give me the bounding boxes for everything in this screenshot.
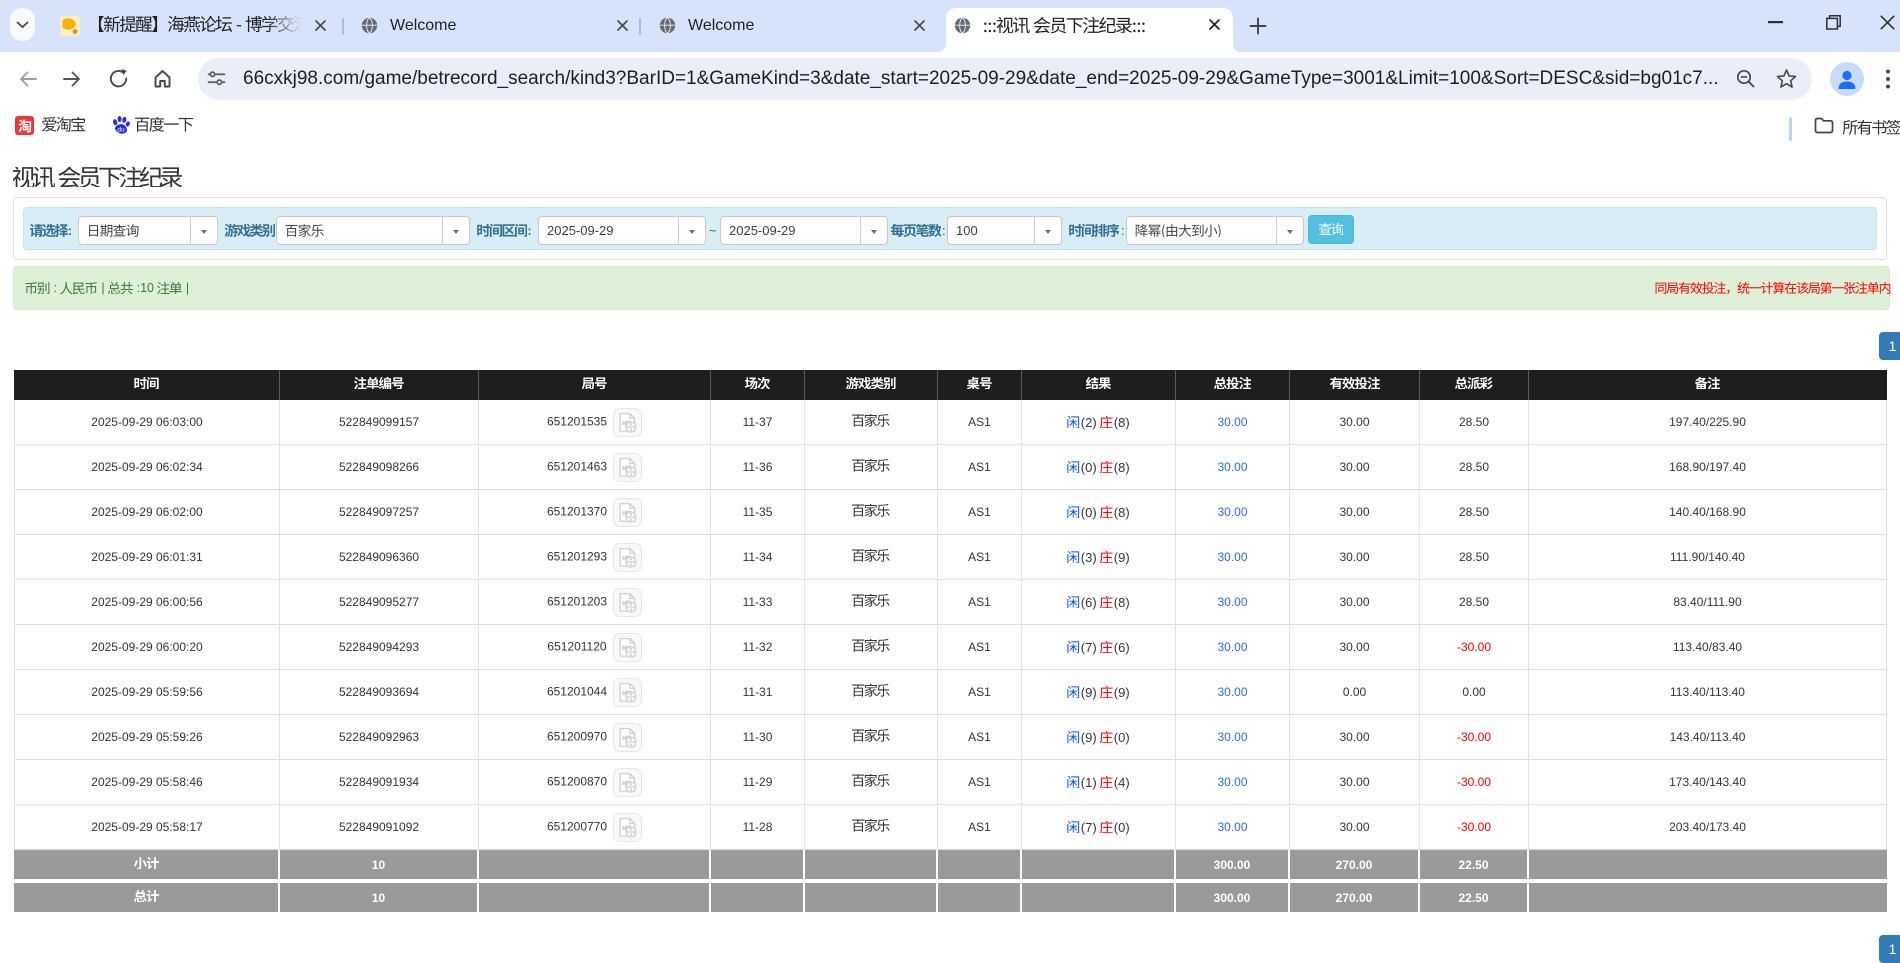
svg-text:du: du (117, 126, 125, 133)
